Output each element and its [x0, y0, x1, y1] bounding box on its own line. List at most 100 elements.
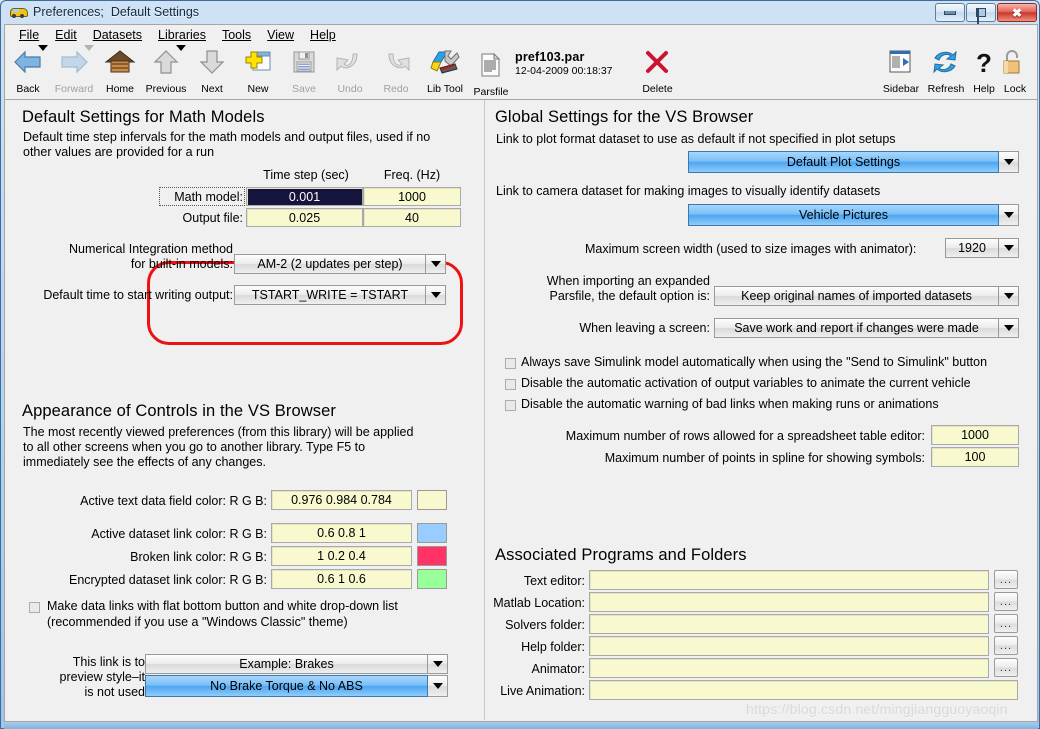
broken-link-color-label: Broken link color: R G B:	[130, 550, 267, 564]
live-animation-field[interactable]	[589, 680, 1018, 700]
animator-browse-button[interactable]: ...	[994, 658, 1018, 677]
toolbar-undo-button[interactable]: Undo	[327, 45, 373, 97]
integration-method-dropdown[interactable]: AM-2 (2 updates per step)	[234, 254, 446, 274]
menu-help[interactable]: Help	[302, 26, 344, 44]
disable-bad-link-warning-checkbox[interactable]	[505, 400, 516, 411]
solvers-folder-field[interactable]	[589, 614, 989, 634]
disable-output-activation-checkbox[interactable]	[505, 379, 516, 390]
window-buttons: ✖	[935, 3, 1037, 24]
preferences-window: Preferences; Default Settings ✖ File Edi…	[0, 0, 1040, 729]
matlab-location-label: Matlab Location:	[493, 596, 585, 610]
max-points-field[interactable]: 100	[931, 447, 1019, 467]
close-button[interactable]: ✖	[997, 3, 1037, 22]
maximize-button[interactable]	[966, 3, 996, 24]
vehicle-pictures-dropdown[interactable]: Vehicle Pictures	[688, 204, 1019, 226]
toolbar-sidebar-button[interactable]: Sidebar	[879, 45, 923, 97]
toolbar-redo-button[interactable]: Redo	[373, 45, 419, 97]
chevron-down-icon[interactable]	[999, 151, 1019, 173]
back-dropdown-icon[interactable]	[38, 45, 48, 51]
menu-edit[interactable]: Edit	[47, 26, 85, 44]
appearance-desc-line2: to all other screens when you go to anot…	[23, 440, 366, 454]
math-model-timestep-field[interactable]: 0.001	[246, 187, 363, 206]
toolbar-delete-button[interactable]: Delete	[635, 45, 681, 97]
parsfile-option-dropdown[interactable]: Keep original names of imported datasets	[714, 286, 1019, 306]
max-screen-width-dropdown[interactable]: 1920	[945, 238, 1019, 258]
chevron-down-icon[interactable]	[426, 254, 446, 274]
menu-view[interactable]: View	[259, 26, 302, 44]
always-save-simulink-checkbox[interactable]	[505, 358, 516, 369]
encrypted-link-color-field[interactable]: 0.6 1 0.6	[271, 569, 412, 589]
broken-link-color-field[interactable]: 1 0.2 0.4	[271, 546, 412, 566]
question-mark-icon: ?	[976, 48, 992, 78]
back-arrow-icon	[12, 48, 44, 78]
global-settings-heading: Global Settings for the VS Browser	[495, 108, 754, 126]
active-link-color-field[interactable]: 0.6 0.8 1	[271, 523, 412, 543]
preview-dataset-dropdown[interactable]: No Brake Torque & No ABS	[145, 675, 448, 697]
wrench-icon	[429, 48, 461, 78]
toolbar-save-button[interactable]: Save	[281, 45, 327, 97]
plot-format-desc: Link to plot format dataset to use as de…	[496, 132, 896, 146]
minimize-button[interactable]	[935, 3, 965, 22]
document-icon	[475, 51, 507, 81]
help-folder-browse-button[interactable]: ...	[994, 636, 1018, 655]
solvers-folder-browse-button[interactable]: ...	[994, 614, 1018, 633]
active-link-color-swatch[interactable]	[417, 523, 447, 543]
help-folder-field[interactable]	[589, 636, 989, 656]
parsfile-option-label-line1: When importing an expanded	[546, 274, 710, 288]
chevron-down-icon[interactable]	[999, 286, 1019, 306]
chevron-down-icon[interactable]	[426, 285, 446, 305]
preview-label-line2: preview style–it	[59, 670, 145, 684]
output-file-freq-field[interactable]: 40	[363, 208, 461, 227]
toolbar-back-button[interactable]: Back	[5, 45, 51, 97]
disable-bad-link-warning-label: Disable the automatic warning of bad lin…	[521, 397, 939, 411]
menu-file-label: File	[19, 28, 40, 42]
text-editor-browse-button[interactable]: ...	[994, 570, 1018, 589]
menu-file[interactable]: File	[11, 26, 47, 44]
home-icon	[104, 48, 136, 78]
toolbar-parsfile-group: Parsfile pref103.par 12-04-2009 00:18:37	[471, 45, 612, 100]
menu-datasets[interactable]: Datasets	[85, 26, 150, 44]
chevron-down-icon[interactable]	[999, 238, 1019, 258]
chevron-down-icon[interactable]	[428, 654, 448, 674]
max-rows-field[interactable]: 1000	[931, 425, 1019, 445]
menu-view-label: View	[267, 28, 295, 42]
toolbar-next-button[interactable]: Next	[189, 45, 235, 97]
matlab-location-browse-button[interactable]: ...	[994, 592, 1018, 611]
chevron-down-icon[interactable]	[999, 318, 1019, 338]
tstart-dropdown[interactable]: TSTART_WRITE = TSTART	[234, 285, 446, 305]
toolbar-previous-label: Previous	[145, 83, 187, 95]
animator-field[interactable]	[589, 658, 989, 678]
flat-bottom-checkbox[interactable]	[29, 602, 40, 613]
toolbar-previous-button[interactable]: Previous	[143, 45, 189, 97]
active-text-color-field[interactable]: 0.976 0.984 0.784	[271, 490, 412, 510]
chevron-down-icon[interactable]	[999, 204, 1019, 226]
output-file-timestep-field[interactable]: 0.025	[246, 208, 363, 227]
active-text-color-swatch[interactable]	[417, 490, 447, 510]
default-plot-settings-dropdown[interactable]: Default Plot Settings	[688, 151, 1019, 173]
leaving-screen-dropdown[interactable]: Save work and report if changes were mad…	[714, 318, 1019, 338]
toolbar-home-button[interactable]: Home	[97, 45, 143, 97]
previous-dropdown-icon[interactable]	[176, 45, 186, 51]
toolbar-new-button[interactable]: New	[235, 45, 281, 97]
matlab-location-field[interactable]	[589, 592, 989, 612]
toolbar-forward-button[interactable]: Forward	[51, 45, 97, 97]
menu-libraries[interactable]: Libraries	[150, 26, 214, 44]
toolbar-parsfile-label: Parsfile	[473, 86, 509, 98]
toolbar-help-button[interactable]: ? Help	[969, 45, 999, 97]
toolbar-parsfile-button[interactable]: Parsfile	[471, 48, 511, 100]
encrypted-link-color-swatch[interactable]	[417, 569, 447, 589]
chevron-down-icon[interactable]	[428, 675, 448, 697]
redo-arrow-icon	[380, 48, 412, 78]
preview-example-dropdown[interactable]: Example: Brakes	[145, 654, 448, 674]
math-model-freq-field[interactable]: 1000	[363, 187, 461, 206]
text-editor-field[interactable]	[589, 570, 989, 590]
menu-tools[interactable]: Tools	[214, 26, 259, 44]
toolbar-libtool-button[interactable]: Lib Tool	[419, 45, 471, 97]
refresh-icon	[930, 48, 962, 78]
forward-dropdown-icon[interactable]	[84, 45, 94, 51]
padlock-icon	[999, 48, 1031, 78]
toolbar-lock-button[interactable]: Lock	[999, 45, 1031, 97]
broken-link-color-swatch[interactable]	[417, 546, 447, 566]
toolbar-refresh-button[interactable]: Refresh	[923, 45, 969, 97]
math-models-desc-line1: Default time step infervals for the math…	[23, 130, 431, 144]
